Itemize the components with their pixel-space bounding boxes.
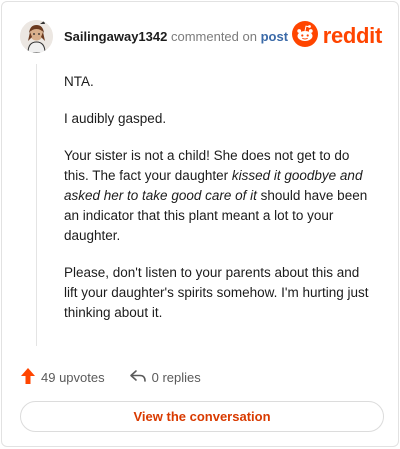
comment-card: Sailingaway1342 commented on post reddit <box>1 1 399 447</box>
reply-arrow-icon[interactable] <box>129 369 147 386</box>
comment-meta: Sailingaway1342 commented on post <box>64 29 288 45</box>
comment-paragraph: I audibly gasped. <box>64 111 167 126</box>
username-link[interactable]: Sailingaway1342 <box>64 29 167 44</box>
reddit-logo-icon <box>291 20 318 52</box>
comment-paragraph: Please, don't listen to your parents abo… <box>64 265 369 320</box>
brand-name: reddit <box>322 23 383 48</box>
upvote-arrow-icon[interactable] <box>20 367 36 388</box>
comment-header: Sailingaway1342 commented on post reddit <box>20 20 382 54</box>
upvote-stat[interactable]: 49 upvotes <box>20 367 105 388</box>
comment-body: NTA. I audibly gasped. Your sister is no… <box>64 72 376 340</box>
reply-stat[interactable]: 0 replies <box>129 369 201 386</box>
reddit-brand[interactable]: reddit <box>291 20 383 52</box>
thread-line <box>36 64 37 346</box>
comment-paragraph: NTA. <box>64 74 94 89</box>
user-avatar-icon[interactable] <box>20 20 53 53</box>
view-conversation-button[interactable]: View the conversation <box>20 401 384 432</box>
action-text: commented on <box>170 29 257 44</box>
comment-footer: 49 upvotes 0 replies <box>20 367 225 387</box>
comment-paragraph: Your sister is not a child! She does not… <box>64 146 376 246</box>
upvote-count: 49 upvotes <box>41 369 105 385</box>
reply-count: 0 replies <box>151 369 201 385</box>
post-link[interactable]: post <box>261 29 288 44</box>
